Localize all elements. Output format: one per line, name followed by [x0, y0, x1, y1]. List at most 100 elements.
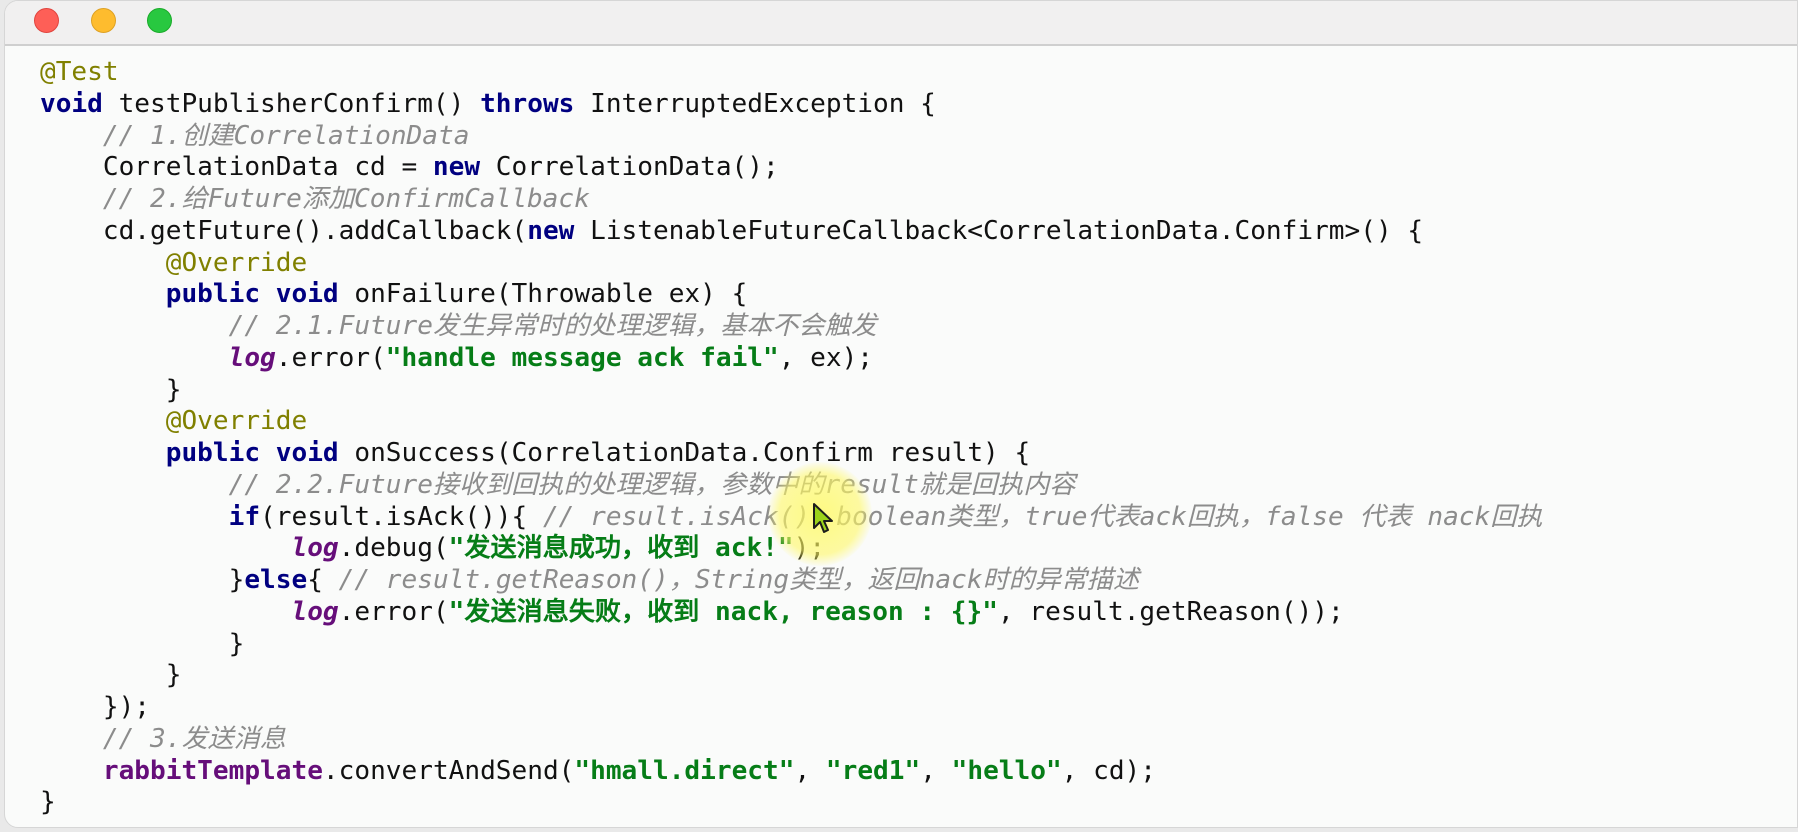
close-window-button[interactable]	[34, 8, 59, 33]
code-token: .error(	[338, 596, 449, 627]
string-literal-token: "hello"	[951, 755, 1062, 786]
keyword-token: new	[432, 152, 481, 183]
annotation-token: @Override	[165, 406, 308, 437]
code-token: ,	[920, 755, 952, 786]
code-line: rabbitTemplate.convertAndSend("hmall.dir…	[40, 756, 1542, 788]
keyword-token: else	[244, 565, 308, 595]
keyword-token: throws	[480, 88, 575, 119]
code-token: onSuccess(CorrelationData.Confirm result…	[338, 438, 1031, 468]
comment-token: // 2.1.Future发生异常时的处理逻辑，基本不会触发	[228, 311, 877, 341]
code-line: public void onSuccess(CorrelationData.Co…	[40, 438, 1542, 470]
comment-token: // 2.给Future添加ConfirmCallback	[102, 184, 590, 214]
annotation-token: @Test	[40, 57, 119, 87]
field-token: log	[228, 342, 276, 373]
code-token: , cd);	[1061, 755, 1156, 786]
code-line: }	[40, 787, 1542, 819]
code-token: );	[793, 533, 826, 564]
code-token: ,	[794, 755, 826, 786]
code-token: CorrelationData cd =	[40, 152, 433, 183]
code-token: .debug(	[338, 533, 449, 564]
minimize-window-button[interactable]	[91, 8, 116, 33]
field-token: log	[291, 596, 339, 627]
keyword-token: public	[165, 438, 261, 468]
comment-token: // 3.发送消息	[102, 723, 286, 754]
keyword-token: new	[527, 215, 575, 246]
annotation-token: @Override	[165, 247, 308, 278]
code-line: });	[40, 692, 1542, 724]
field-token: log	[291, 533, 339, 564]
code-line: cd.getFuture().addCallback(new Listenabl…	[40, 216, 1542, 248]
window-titlebar	[5, 1, 1797, 46]
code-line: @Override	[40, 406, 1542, 438]
code-token: }	[40, 374, 182, 405]
code-line: log.debug("发送消息成功，收到 ack!");	[40, 533, 1542, 565]
keyword-token: void	[275, 438, 339, 468]
code-token: .convertAndSend(	[322, 755, 575, 786]
code-line: if(result.isAck()){ // result.isAck()，bo…	[40, 501, 1543, 534]
string-literal-token: "hmall.direct"	[574, 755, 795, 786]
code-line: public void onFailure(Throwable ex) {	[40, 279, 1542, 311]
code-token: .error(	[275, 342, 386, 373]
code-line: CorrelationData cd = new CorrelationData…	[40, 152, 1542, 184]
code-line: // 3.发送消息	[40, 724, 1542, 756]
code-token: onFailure(Throwable ex) {	[338, 279, 748, 310]
comment-token: // result.isAck()，boolean类型，true代表ack回执，…	[542, 501, 1543, 532]
code-token: , result.getReason());	[997, 596, 1344, 627]
code-editor: @Test void testPublisherConfirm() throws …	[40, 57, 1542, 819]
string-literal-token: "发送消息成功，收到 ack!"	[448, 533, 794, 564]
code-token: }	[40, 660, 182, 691]
code-line: }else{ // result.getReason()，String类型，返回…	[40, 565, 1542, 597]
code-token: CorrelationData();	[480, 152, 779, 183]
code-token: (result.isAck()){	[260, 501, 543, 532]
code-line: }	[40, 629, 1542, 661]
code-line: @Override	[40, 248, 1542, 280]
code-token: , ex);	[778, 342, 874, 373]
code-line: log.error("发送消息失败，收到 nack, reason : {}",…	[40, 597, 1542, 629]
code-token: ListenableFutureCallback<CorrelationData…	[574, 215, 1424, 246]
code-token: cd.getFuture().addCallback(	[40, 215, 528, 246]
comment-token: // result.getReason()，String类型，返回nack时的异…	[338, 565, 1140, 595]
string-literal-token: "handle message ack fail"	[385, 342, 779, 373]
string-literal-token: "red1"	[825, 755, 921, 786]
keyword-token: void	[40, 88, 103, 119]
code-line: // 2.给Future添加ConfirmCallback	[40, 184, 1542, 216]
code-token: }	[40, 628, 245, 659]
code-token: });	[40, 692, 151, 722]
code-token: }	[40, 787, 56, 818]
code-line: }	[40, 375, 1542, 407]
code-line: @Test	[40, 57, 1542, 89]
code-line: // 1.创建CorrelationData	[40, 121, 1542, 153]
code-line: // 2.2.Future接收到回执的处理逻辑，参数中的result就是回执内容	[40, 470, 1542, 502]
field-token: rabbitTemplate	[102, 755, 323, 786]
code-token: {	[307, 565, 339, 595]
code-line: void testPublisherConfirm() throws Inter…	[40, 89, 1542, 121]
code-token: testPublisherConfirm()	[102, 88, 481, 119]
maximize-window-button[interactable]	[147, 8, 172, 33]
code-line: // 2.1.Future发生异常时的处理逻辑，基本不会触发	[40, 311, 1542, 343]
comment-token: // 2.2.Future接收到回执的处理逻辑，参数中的result就是回执内容	[228, 469, 1076, 500]
keyword-token: public	[165, 279, 261, 310]
comment-token: // 1.创建CorrelationData	[102, 120, 470, 151]
code-line: log.error("handle message ack fail", ex)…	[40, 343, 1542, 375]
keyword-token: void	[275, 279, 339, 310]
code-token: InterruptedException {	[574, 88, 936, 119]
string-literal-token: "发送消息失败，收到 nack, reason : {}"	[448, 596, 998, 627]
code-line: }	[40, 660, 1542, 692]
code-token: }	[40, 565, 245, 595]
